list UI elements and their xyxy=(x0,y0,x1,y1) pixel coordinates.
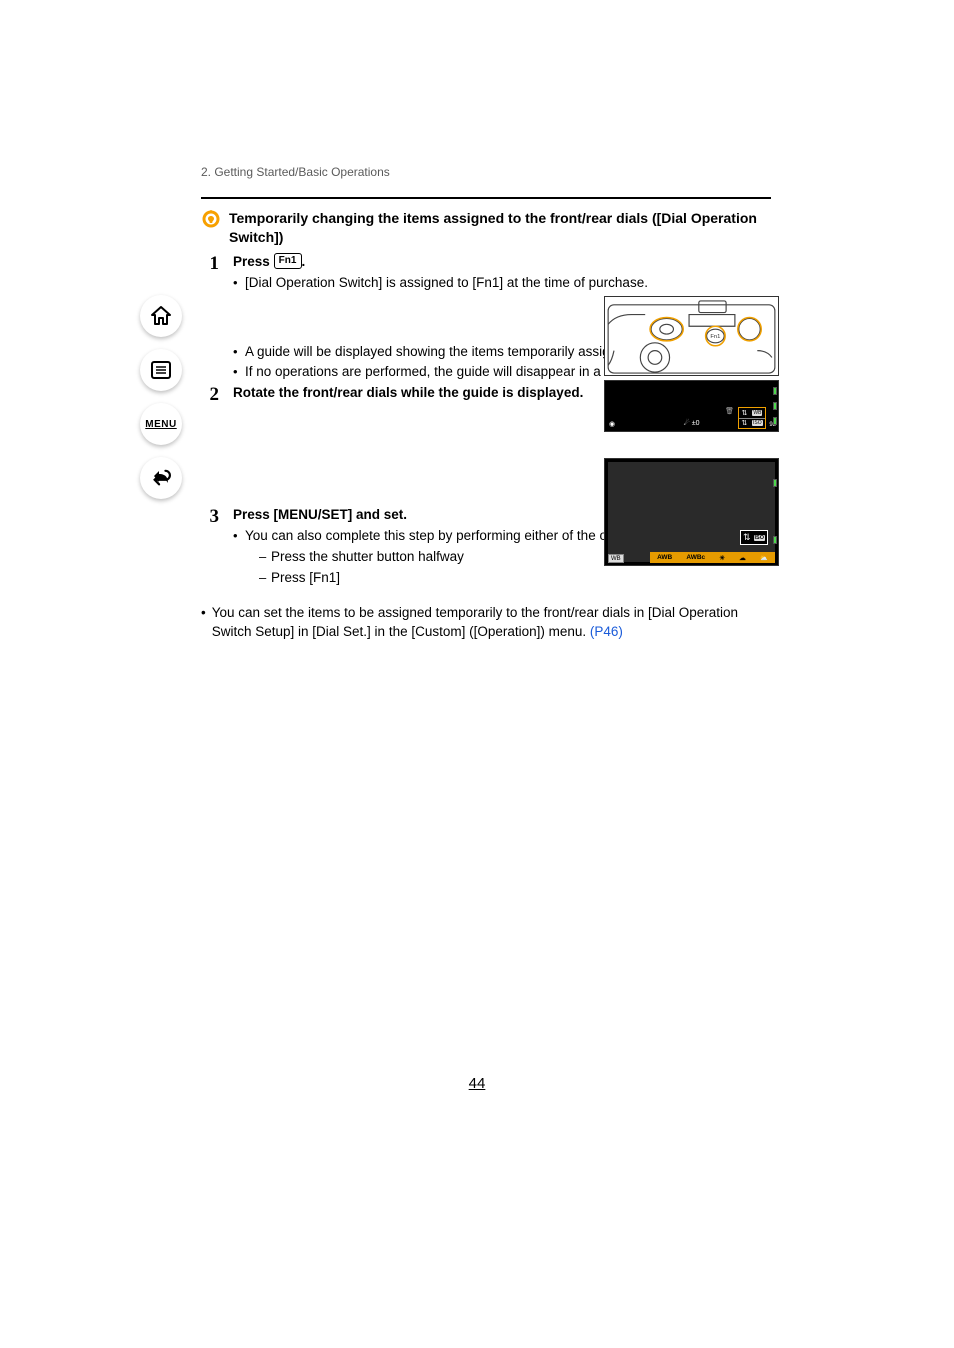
wb-options-bar: AWB AWBc ☀ ☁ ⛅ xyxy=(650,552,775,563)
iso-selector: ⇅ISO xyxy=(740,530,768,545)
step-3-dash-2: Press [Fn1] xyxy=(259,569,771,588)
tip-title: Temporarily changing the items assigned … xyxy=(229,209,773,247)
trash-icon: 🗑 xyxy=(725,407,734,415)
page-link-p46[interactable]: (P46) xyxy=(590,624,623,639)
tip-icon xyxy=(201,209,221,229)
footnote-text: You can set the items to be assigned tem… xyxy=(212,605,738,639)
rec-icon: ◉ xyxy=(609,420,615,428)
tip-heading: Temporarily changing the items assigned … xyxy=(201,209,773,247)
bullet-icon: • xyxy=(201,604,206,623)
step-1-title: Press Fn1. xyxy=(233,253,771,272)
step-1-number: 1 xyxy=(201,253,219,275)
illustration-step-1: Fn1 ◉ ☄ ±0 🗑 98 ⇅WB ⇅ISO xyxy=(604,296,779,432)
svg-text:Fn1: Fn1 xyxy=(710,334,720,340)
step-3-number: 3 xyxy=(201,506,219,528)
wb-badge: WB xyxy=(608,554,624,563)
camera-top-diagram: Fn1 xyxy=(604,296,779,376)
breadcrumb: 2. Getting Started/Basic Operations xyxy=(123,165,823,179)
page-number[interactable]: 44 xyxy=(0,1075,954,1092)
fn1-badge: Fn1 xyxy=(274,253,302,269)
step-2-number: 2 xyxy=(201,384,219,406)
dial-swap-indicator: ⇅WB ⇅ISO xyxy=(738,407,766,429)
illustration-step-2: ⇅ISO WB AWB AWBc ☀ ☁ ⛅ xyxy=(604,458,779,566)
camera-screen-guide-2: ⇅ISO WB AWB AWBc ☀ ☁ ⛅ xyxy=(604,458,779,566)
header-divider xyxy=(201,197,771,199)
step-1-bullet-1: [Dial Operation Switch] is assigned to [… xyxy=(233,274,771,293)
footnote: • You can set the items to be assigned t… xyxy=(201,604,761,642)
ev-value: ☄ ±0 xyxy=(684,419,700,427)
camera-screen-guide-1: ◉ ☄ ±0 🗑 98 ⇅WB ⇅ISO xyxy=(604,380,779,432)
